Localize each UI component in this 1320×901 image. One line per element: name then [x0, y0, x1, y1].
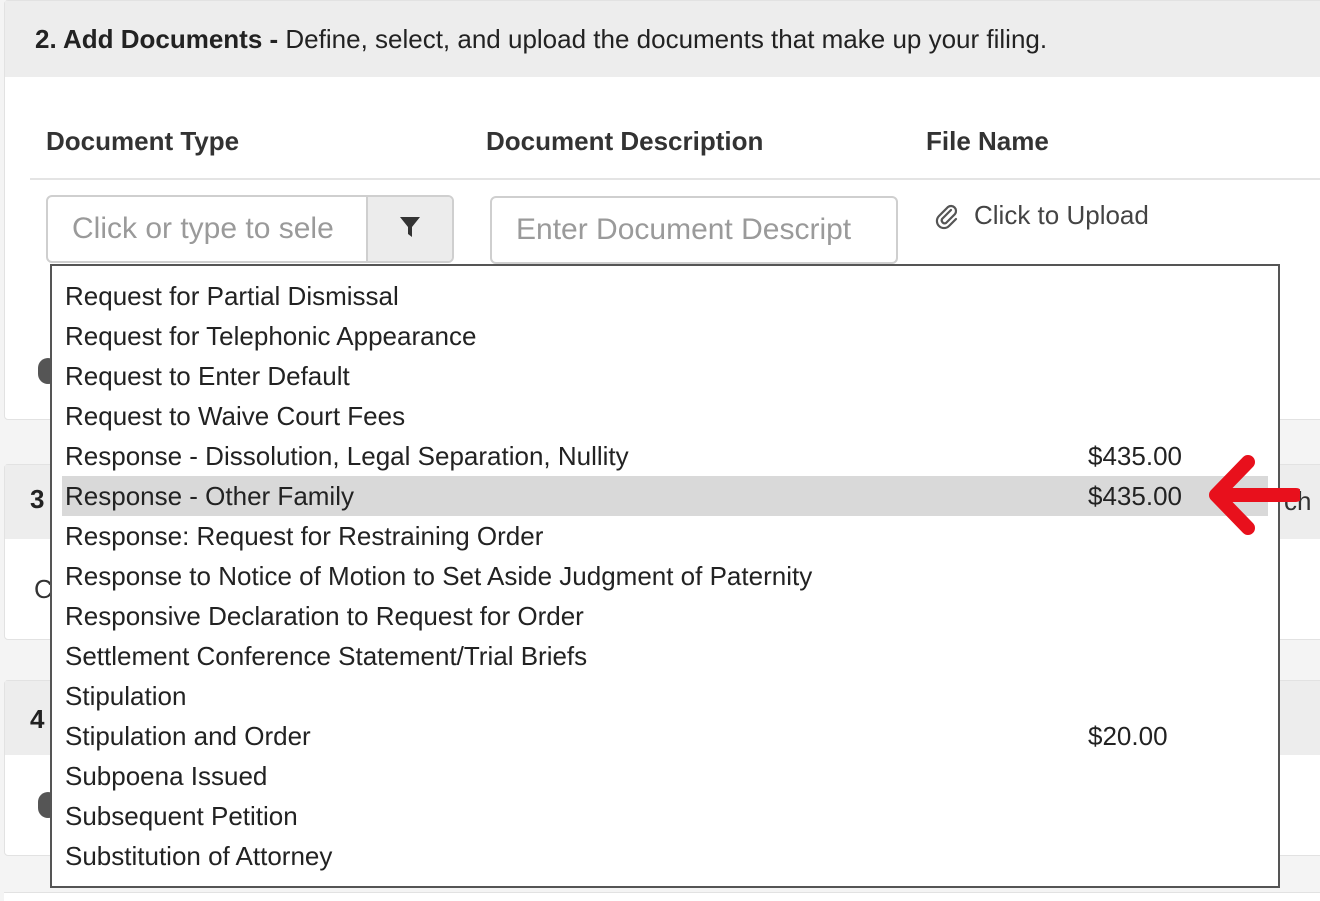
option-label: Stipulation: [65, 681, 187, 711]
dropdown-option[interactable]: Settlement Conference Statement/Trial Br…: [62, 636, 1268, 676]
document-type-input[interactable]: [48, 197, 366, 261]
option-fee: $20.00: [1088, 721, 1168, 751]
document-description-input[interactable]: [490, 196, 898, 264]
option-fee: $435.00: [1088, 481, 1182, 511]
option-label: Settlement Conference Statement/Trial Br…: [65, 641, 588, 671]
upload-label: Click to Upload: [974, 200, 1149, 230]
option-fee: $435.00: [1088, 441, 1182, 471]
option-label: Stipulation and Order: [65, 721, 311, 751]
option-label: Response - Dissolution, Legal Separation…: [65, 441, 629, 471]
option-label: Request to Enter Default: [65, 361, 350, 391]
dropdown-option[interactable]: Response: Request for Restraining Order: [62, 516, 1268, 556]
option-label: Subsequent Petition: [65, 801, 298, 831]
section-3-number: 3: [30, 484, 45, 514]
dropdown-option[interactable]: Request for Telephonic Appearance: [62, 316, 1268, 356]
dropdown-option[interactable]: Stipulation and Order $20.00: [62, 716, 1268, 756]
dropdown-option[interactable]: Subpoena Issued: [62, 756, 1268, 796]
paperclip-icon: [934, 202, 960, 230]
column-header-document-type: Document Type: [46, 126, 240, 156]
dropdown-option[interactable]: Stipulation: [62, 676, 1268, 716]
next-section-edge: [4, 892, 1320, 901]
dropdown-option[interactable]: Subsequent Petition: [62, 796, 1268, 836]
option-label: Request for Telephonic Appearance: [65, 321, 477, 351]
section-title: 2. Add Documents -: [35, 24, 279, 54]
filter-icon: [399, 215, 421, 244]
filter-button[interactable]: [366, 197, 452, 261]
column-header-document-description: Document Description: [486, 126, 764, 156]
dropdown-option[interactable]: Response to Notice of Motion to Set Asid…: [62, 556, 1268, 596]
dropdown-option[interactable]: Responsive Declaration to Request for Or…: [62, 596, 1268, 636]
document-type-combobox[interactable]: [46, 195, 454, 263]
dropdown-option[interactable]: Substitution of Attorney: [62, 836, 1268, 876]
dropdown-option[interactable]: Response - Dissolution, Legal Separation…: [62, 436, 1268, 476]
dropdown-option[interactable]: Response - Other Family $435.00: [62, 476, 1268, 516]
option-label: Responsive Declaration to Request for Or…: [65, 601, 584, 631]
section-header: 2. Add Documents - Define, select, and u…: [5, 1, 1320, 77]
option-label: Response - Other Family: [65, 481, 354, 511]
option-label: Request for Partial Dismissal: [65, 281, 399, 311]
option-label: Response to Notice of Motion to Set Asid…: [65, 561, 813, 591]
section-4-number: 4: [30, 704, 45, 734]
document-type-dropdown[interactable]: Request for Partial Dismissal Request for…: [50, 264, 1280, 888]
dropdown-option[interactable]: Request to Waive Court Fees: [62, 396, 1268, 436]
red-arrow-left-icon: [1209, 455, 1300, 535]
divider: [30, 178, 1320, 180]
section-description: Define, select, and upload the documents…: [285, 24, 1048, 54]
option-label: Request to Waive Court Fees: [65, 401, 406, 431]
dropdown-option[interactable]: Request to Enter Default: [62, 356, 1268, 396]
option-label: Subpoena Issued: [65, 761, 268, 791]
option-label: Substitution of Attorney: [65, 841, 333, 871]
dropdown-option[interactable]: Request for Partial Dismissal: [62, 276, 1268, 316]
page: 2. Add Documents - Define, select, and u…: [0, 0, 1320, 901]
option-label: Response: Request for Restraining Order: [65, 521, 544, 551]
upload-button[interactable]: Click to Upload: [934, 200, 1149, 231]
column-header-file-name: File Name: [926, 126, 1049, 156]
